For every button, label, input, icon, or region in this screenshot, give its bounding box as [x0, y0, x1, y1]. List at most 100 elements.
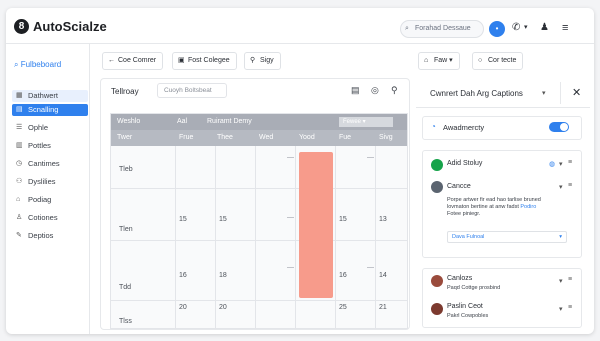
post-author: Canlozs — [447, 275, 473, 282]
caption-panel-header: Cwnrert Dah Arg Captions ▾ ✕ — [416, 78, 590, 108]
pin-icon[interactable]: ⚲ — [391, 85, 398, 96]
activity-title: Adid Stoluy — [447, 160, 483, 167]
calendar-icon[interactable]: ▤ — [351, 85, 360, 96]
weekday-header: Thee — [217, 134, 233, 141]
close-icon[interactable]: ✕ — [572, 86, 581, 99]
chevron-down-icon[interactable]: ▾ — [559, 277, 563, 285]
caption-panel-title: Cwnrert Dah Arg Captions — [430, 89, 523, 98]
sidebar-item-pottles[interactable]: ▥ Pottles — [12, 140, 88, 152]
sidebar-item-cantimes[interactable]: ◷ Cantimes — [12, 158, 88, 170]
grid-divider — [111, 240, 407, 241]
event-marker: — — [287, 154, 294, 161]
weekday-header: Frue — [179, 134, 194, 141]
tag-icon: ⌂ — [16, 196, 21, 203]
divider — [560, 82, 561, 104]
automation-card: ◔ Awadmercty — [422, 116, 582, 140]
wrench-icon: ✎ — [16, 232, 22, 239]
chevron-down-icon: ▾ — [559, 234, 562, 240]
sidebar-item-dathwert[interactable]: ▦ Dathwert — [12, 90, 88, 102]
grid-divider — [111, 188, 407, 189]
day-number: Tlss — [119, 318, 132, 325]
sidebar-item-dyslilies[interactable]: ⚇ Dyslilies — [12, 176, 88, 188]
top-search-placeholder: Forahad Dessaue — [415, 25, 471, 32]
post-body: Porpe artwer fir ead hao tarlise bruned … — [447, 197, 541, 217]
list-icon: ☰ — [16, 124, 23, 131]
grid-icon: ▦ — [16, 92, 23, 99]
menu-icon[interactable]: ≡ — [568, 304, 572, 311]
menu-icon[interactable]: ≡ — [568, 276, 572, 283]
day-number: 18 — [219, 272, 227, 279]
chevron-down-icon[interactable]: ▾ — [559, 305, 563, 313]
arrow-left-icon: ← — [108, 57, 115, 64]
calendar-header-row: Weshlo Aal Ruiramt Demy Fewee ▾ — [111, 114, 407, 130]
day-number: 16 — [179, 272, 187, 279]
calendar-view-dropdown[interactable]: Fewee ▾ — [339, 117, 393, 127]
day-number: Tlen — [119, 226, 133, 233]
user-icon[interactable]: ♟ — [540, 22, 549, 34]
day-number: Tleb — [119, 166, 133, 173]
bell-icon: ◔ — [431, 122, 436, 131]
post-link[interactable]: Podiro — [520, 204, 536, 210]
sidebar-item-podiag[interactable]: ⌂ Podiag — [12, 194, 88, 206]
chevron-down-icon[interactable]: ▾ — [524, 22, 528, 34]
weekday-header: Yood — [299, 134, 315, 141]
day-number: 21 — [379, 304, 387, 311]
sidebar-item-deptios[interactable]: ✎ Deptios — [12, 230, 88, 242]
weekday-header: Wed — [259, 134, 274, 141]
logo-icon: 8 — [14, 19, 29, 34]
day-number: 20 — [179, 304, 187, 311]
calendar-icon: ▣ — [178, 57, 185, 64]
day-number: 25 — [339, 304, 347, 311]
day-number: Tdd — [119, 284, 132, 291]
automation-toggle[interactable] — [549, 122, 569, 132]
calendar-icon: ▤ — [16, 106, 23, 113]
post-author: Paslin Ceot — [447, 303, 483, 310]
sidebar-dashboard-link[interactable]: ⌕ Fulbeboard — [14, 60, 61, 70]
avatar[interactable]: • — [489, 21, 505, 37]
top-search-input[interactable]: ⌕ Forahad Dessaue — [400, 20, 484, 38]
chevron-down-icon: ▾ — [361, 119, 366, 125]
day-number: 20 — [219, 304, 227, 311]
people-icon: ⚇ — [16, 178, 23, 185]
day-number: 14 — [379, 272, 387, 279]
calendar-header-all: Aal — [177, 118, 188, 125]
menu-icon[interactable]: ≡ — [562, 22, 568, 34]
activity-card: Adid Stoluy ◍ ▾ ≡ Cancce ▾ ≡ Porpe artwe… — [422, 150, 582, 258]
day-number: 13 — [379, 216, 387, 223]
menu-icon[interactable]: ≡ — [568, 159, 572, 166]
chevron-down-icon[interactable]: ▾ — [559, 183, 563, 191]
sidebar-item-cotiones[interactable]: ♙ Cotiones — [12, 212, 88, 224]
sidebar-item-scheduling[interactable]: ▤ Scnalling — [12, 104, 88, 116]
globe-icon[interactable]: ◎ — [371, 85, 379, 96]
chevron-down-icon: ▾ — [447, 57, 453, 64]
post-body: Pakrl Cowpobles — [447, 313, 489, 319]
toolbar-button-collections[interactable]: ▣ Fost Colegee — [172, 52, 237, 70]
chevron-down-icon[interactable]: ▾ — [542, 89, 546, 97]
toolbar-button-sigy[interactable]: ⚲ Sigy — [244, 52, 281, 70]
day-number: 15 — [219, 216, 227, 223]
scheduled-post-block[interactable] — [299, 152, 333, 298]
toolbar-button-new[interactable]: ← Coe Comrer — [102, 52, 164, 70]
caption-panel: Cwnrert Dah Arg Captions ▾ ✕ ◔ Awadmerct… — [416, 78, 590, 330]
chevron-down-icon[interactable]: ▾ — [559, 160, 563, 168]
weekday-header: Fue — [339, 134, 352, 141]
calendar-title: Tellroay — [111, 87, 139, 96]
event-marker: — — [287, 264, 294, 271]
calendar-filter-input[interactable]: Cuoyh Boltsbeat — [157, 83, 227, 98]
search-icon: ⌕ — [14, 60, 21, 69]
globe-icon[interactable]: ◍ — [549, 160, 555, 168]
avatar — [431, 275, 443, 287]
avatar — [431, 181, 443, 193]
automation-label: Awadmercty — [443, 123, 485, 132]
toolbar-button-content[interactable]: ○ Cor tecte — [472, 52, 524, 70]
sidebar: ⌕ Fulbeboard ▦ Dathwert ▤ Scnalling ☰ Ophle… — [6, 44, 90, 334]
calendar-header-range: Ruiramt Demy — [207, 118, 252, 125]
menu-icon[interactable]: ≡ — [568, 182, 572, 189]
caption-input[interactable]: Dava Fulnoal ▾ — [447, 231, 567, 243]
app-window: 8 AutoScialze ⌕ Forahad Dessaue • ✆ ▾ ♟ … — [6, 8, 594, 334]
calendar-grid: Weshlo Aal Ruiramt Demy Fewee ▾ Twer Fru… — [110, 113, 408, 329]
phone-icon[interactable]: ✆ — [512, 22, 520, 34]
toolbar-button-faw[interactable]: ⌂ Faw ▾ — [418, 52, 460, 70]
sidebar-item-ophle[interactable]: ☰ Ophle — [12, 122, 88, 134]
avatar — [431, 303, 443, 315]
